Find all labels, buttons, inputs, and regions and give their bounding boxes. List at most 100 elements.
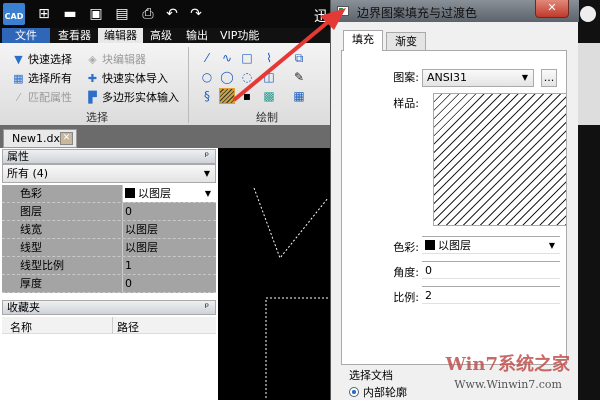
tab-fill[interactable]: 填充 [343, 30, 383, 51]
tab-viewer[interactable]: 查看器 [52, 28, 97, 43]
favorites-column-header: 名称 路径 [2, 317, 216, 334]
line-icon[interactable]: ⁄ [200, 51, 214, 65]
properties-header: 属性 ᵖ [2, 149, 216, 164]
property-key: 色彩 [20, 187, 42, 200]
color-swatch [425, 240, 435, 250]
brush-icon: ⁄ [17, 91, 20, 104]
pattern-label: 图案: [393, 71, 419, 84]
quick-select-button[interactable]: ▼ 快速选择 [12, 51, 72, 67]
property-value[interactable]: 0 [122, 203, 216, 220]
pin-icon[interactable]: ᵖ [205, 301, 209, 314]
browse-pattern-button[interactable]: ... [541, 69, 557, 87]
property-key: 线型比例 [20, 259, 64, 272]
property-value[interactable]: 以图层 [122, 239, 216, 256]
dashed-rectangle[interactable] [265, 297, 330, 400]
hatch-dialog: 边界图案填充与过渡色 ✕ 填充 渐变 图案: ANSI31 ▼ ... 样品: 色… [330, 0, 579, 400]
circle-icon[interactable]: ○ [200, 70, 214, 84]
property-value[interactable]: 以图层 [122, 221, 216, 238]
open-icon[interactable]: ▬ [62, 6, 78, 22]
quick-entity-import-button[interactable]: ✚ 快速实体导入 [86, 70, 168, 86]
annotation-arrow [232, 8, 346, 102]
chevron-down-icon: ▼ [521, 73, 528, 82]
color-dropdown[interactable]: 以图层 ▼ [422, 236, 560, 254]
scale-input[interactable]: 2 [422, 286, 560, 304]
filter-icon: ▼ [14, 53, 23, 66]
redo-icon[interactable]: ↷ [188, 6, 204, 22]
label: 快速选择 [28, 53, 72, 66]
property-value[interactable]: 1 [122, 257, 216, 274]
inner-contour-radio[interactable]: 内部轮廓 [349, 384, 407, 400]
drawing-canvas[interactable] [218, 148, 330, 400]
label: 快速实体导入 [102, 72, 168, 85]
property-value[interactable]: 0 [122, 275, 216, 292]
left-panel: 属性 ᵖ 所有 (4) ▼ 色彩 以图层 ▼ 图层 0 线宽 以图层 线型 以图层 线型比例 1… [0, 148, 218, 400]
property-row-lineweight[interactable]: 线宽 以图层 [2, 221, 216, 239]
column-path[interactable]: 路径 [112, 317, 139, 334]
print-icon[interactable]: ⎙ [140, 6, 156, 22]
filter-value: 所有 (4) [7, 167, 49, 180]
polygon-icon: ▛ [88, 91, 97, 104]
pattern-value: ANSI31 [427, 71, 467, 84]
tab-advanced[interactable]: 高级 [144, 28, 178, 43]
save-icon[interactable]: ▣ [88, 6, 104, 22]
select-all-icon: ▦ [13, 72, 24, 85]
label: 选择所有 [28, 72, 72, 85]
tab-gradient[interactable]: 渐变 [386, 32, 426, 51]
document-tab[interactable]: New1.dxf ✕ [3, 129, 77, 148]
close-button[interactable]: ✕ [535, 0, 569, 18]
value-text: 以图层 [138, 187, 171, 200]
chevron-down-icon: ▼ [204, 189, 211, 198]
favorites-title: 收藏夹 [7, 301, 40, 314]
property-key: 线宽 [20, 223, 42, 236]
properties-table: 色彩 以图层 ▼ 图层 0 线宽 以图层 线型 以图层 线型比例 1 厚度 0 [2, 185, 216, 293]
document-tab-label: New1.dxf [12, 132, 64, 145]
tab-file[interactable]: 文件 [2, 28, 50, 43]
label: 块编辑器 [102, 53, 146, 66]
radio-icon [349, 387, 359, 397]
scale-label: 比例: [393, 291, 419, 304]
property-row-linetype[interactable]: 线型 以图层 [2, 239, 216, 257]
property-key: 厚度 [20, 277, 42, 290]
angle-input[interactable]: 0 [422, 261, 560, 279]
undo-icon[interactable]: ↶ [164, 6, 180, 22]
property-row-layer[interactable]: 图层 0 [2, 203, 216, 221]
block-icon: ◈ [88, 53, 97, 66]
property-row-thickness[interactable]: 厚度 0 [2, 275, 216, 293]
properties-title: 属性 [7, 150, 29, 163]
color-swatch [125, 188, 135, 198]
color-label: 色彩: [393, 241, 419, 254]
block-editor-button[interactable]: ◈ 块编辑器 [86, 51, 146, 67]
angle-label: 角度: [393, 266, 419, 279]
properties-filter-dropdown[interactable]: 所有 (4) ▼ [2, 164, 216, 183]
plus-icon: ✚ [87, 72, 98, 85]
label: 多边形实体输入 [102, 91, 179, 104]
user-icon[interactable] [580, 6, 596, 22]
new-icon[interactable]: ⊞ [36, 6, 52, 22]
match-properties-button[interactable]: ⁄ 匹配属性 [12, 89, 72, 105]
save-as-icon[interactable]: ▤ [114, 6, 130, 22]
radio-label: 内部轮廓 [363, 386, 407, 399]
fill-tab-panel: 图案: ANSI31 ▼ ... 样品: 色彩: 以图层 ▼ 角度: 0 比例: 2 [341, 50, 567, 365]
tab-editor[interactable]: 编辑器 [98, 28, 143, 43]
column-name[interactable]: 名称 [10, 319, 32, 335]
arrow-shaft [232, 20, 330, 102]
pattern-preview [433, 93, 567, 226]
dialog-title: 边界图案填充与过渡色 [357, 6, 478, 20]
pattern-dropdown[interactable]: ANSI31 ▼ [422, 69, 534, 87]
dashed-polyline[interactable] [253, 187, 329, 260]
sample-label: 样品: [393, 97, 419, 110]
ribbon-overflow [578, 0, 600, 400]
watermark-url: Www.Winwin7.com [454, 378, 562, 391]
property-row-color[interactable]: 色彩 以图层 ▼ [2, 185, 216, 203]
property-row-linetype-scale[interactable]: 线型比例 1 [2, 257, 216, 275]
curve-icon[interactable]: § [200, 89, 214, 103]
dialog-title-bar[interactable]: 边界图案填充与过渡色 ✕ [331, 0, 579, 22]
polygon-entity-input-button[interactable]: ▛ 多边形实体输入 [86, 89, 179, 105]
tab-output[interactable]: 输出 [180, 28, 214, 43]
close-icon[interactable]: ✕ [60, 132, 73, 145]
document-tab-bar: New1.dxf ✕ [0, 125, 330, 148]
property-value[interactable]: 以图层 ▼ [122, 185, 216, 202]
chevron-down-icon: ▼ [203, 169, 210, 178]
pin-icon[interactable]: ᵖ [205, 150, 209, 163]
select-all-button[interactable]: ▦ 选择所有 [12, 70, 72, 86]
